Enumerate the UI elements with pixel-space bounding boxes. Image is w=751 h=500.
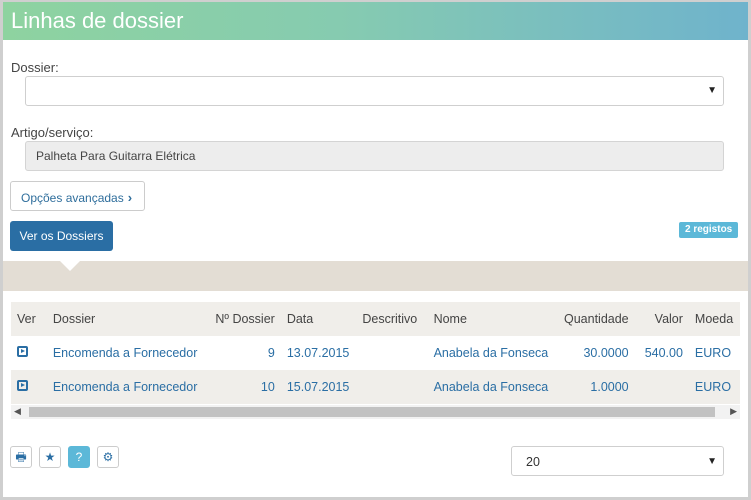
quantidade-cell: 1.0000: [590, 380, 629, 394]
results-table-container: Ver Dossier Nº Dossier Data Descritivo N…: [11, 302, 740, 420]
help-icon: ?: [75, 450, 83, 464]
title-bar: Linhas de dossier: [3, 2, 748, 40]
table-header-row: Ver Dossier Nº Dossier Data Descritivo N…: [11, 302, 740, 336]
view-icon: [17, 346, 28, 357]
artigo-label: Artigo/serviço:: [11, 125, 94, 140]
page-size-select[interactable]: 20 ▼: [511, 446, 724, 476]
help-button[interactable]: ?: [68, 446, 90, 468]
advanced-options-label: Opções avançadas: [21, 191, 124, 205]
col-header-ver[interactable]: Ver: [11, 302, 47, 336]
dossier-link[interactable]: Encomenda a Fornecedor: [47, 370, 204, 404]
col-header-dossier[interactable]: Dossier: [47, 302, 204, 336]
descritivo-cell: [356, 370, 427, 404]
col-header-num-dossier[interactable]: Nº Dossier: [203, 302, 280, 336]
scroll-right-icon[interactable]: ▶: [730, 406, 737, 417]
favorite-button[interactable]: ★: [39, 446, 61, 468]
dossier-link[interactable]: Encomenda a Fornecedor: [47, 336, 204, 370]
page-size-value: 20: [526, 455, 540, 469]
date-cell: 13.07.2015: [286, 346, 350, 360]
scroll-left-icon[interactable]: ◀: [14, 406, 21, 417]
valor-cell: [635, 370, 689, 404]
num-dossier-cell: 9: [267, 346, 275, 360]
table-row: Encomenda a Fornecedor 9 13.07.2015 Anab…: [11, 336, 740, 370]
dossier-select[interactable]: ▼: [25, 76, 724, 106]
records-count-badge: 2 registos: [679, 222, 739, 238]
chevron-down-icon: ▼: [707, 85, 717, 96]
descritivo-cell: [356, 336, 427, 370]
view-icon: [17, 380, 28, 391]
dossier-label: Dossier:: [11, 60, 59, 75]
col-header-valor[interactable]: Valor: [635, 302, 689, 336]
results-table: Ver Dossier Nº Dossier Data Descritivo N…: [11, 302, 740, 404]
section-divider: [3, 261, 748, 291]
view-row-button[interactable]: [11, 336, 47, 370]
advanced-options-button[interactable]: Opções avançadas ›: [10, 181, 145, 211]
window-frame: Linhas de dossier Dossier: ▼ Artigo/serv…: [0, 0, 751, 500]
col-header-moeda[interactable]: Moeda: [689, 302, 740, 336]
star-icon: ★: [44, 450, 56, 464]
page-title: Linhas de dossier: [11, 8, 184, 33]
chevron-right-icon: ›: [127, 190, 133, 205]
quantidade-cell: 30.0000: [583, 346, 629, 360]
divider-notch: [60, 261, 80, 271]
nome-link[interactable]: Anabela da Fonseca: [428, 370, 555, 404]
valor-cell: 540.00: [644, 346, 683, 360]
print-icon: 🖶: [15, 450, 27, 464]
col-header-quantidade[interactable]: Quantidade: [554, 302, 634, 336]
settings-button[interactable]: ⚙: [97, 446, 119, 468]
moeda-cell: EURO: [694, 380, 732, 394]
chevron-down-icon: ▼: [707, 456, 717, 467]
view-dossiers-button[interactable]: Ver os Dossiers: [10, 221, 113, 251]
col-header-data[interactable]: Data: [281, 302, 357, 336]
gear-icon: ⚙: [102, 450, 114, 464]
print-button[interactable]: 🖶: [10, 446, 32, 468]
scrollbar-thumb[interactable]: [29, 407, 715, 417]
view-row-button[interactable]: [11, 370, 47, 404]
table-row: Encomenda a Fornecedor 10 15.07.2015 Ana…: [11, 370, 740, 404]
moeda-cell: EURO: [694, 346, 732, 360]
horizontal-scrollbar[interactable]: ◀ ▶: [11, 405, 740, 419]
col-header-nome[interactable]: Nome: [428, 302, 555, 336]
col-header-descritivo[interactable]: Descritivo: [356, 302, 427, 336]
nome-link[interactable]: Anabela da Fonseca: [428, 336, 555, 370]
artigo-field: Palheta Para Guitarra Elétrica: [25, 141, 724, 171]
date-cell: 15.07.2015: [286, 380, 350, 394]
num-dossier-cell: 10: [260, 380, 275, 394]
